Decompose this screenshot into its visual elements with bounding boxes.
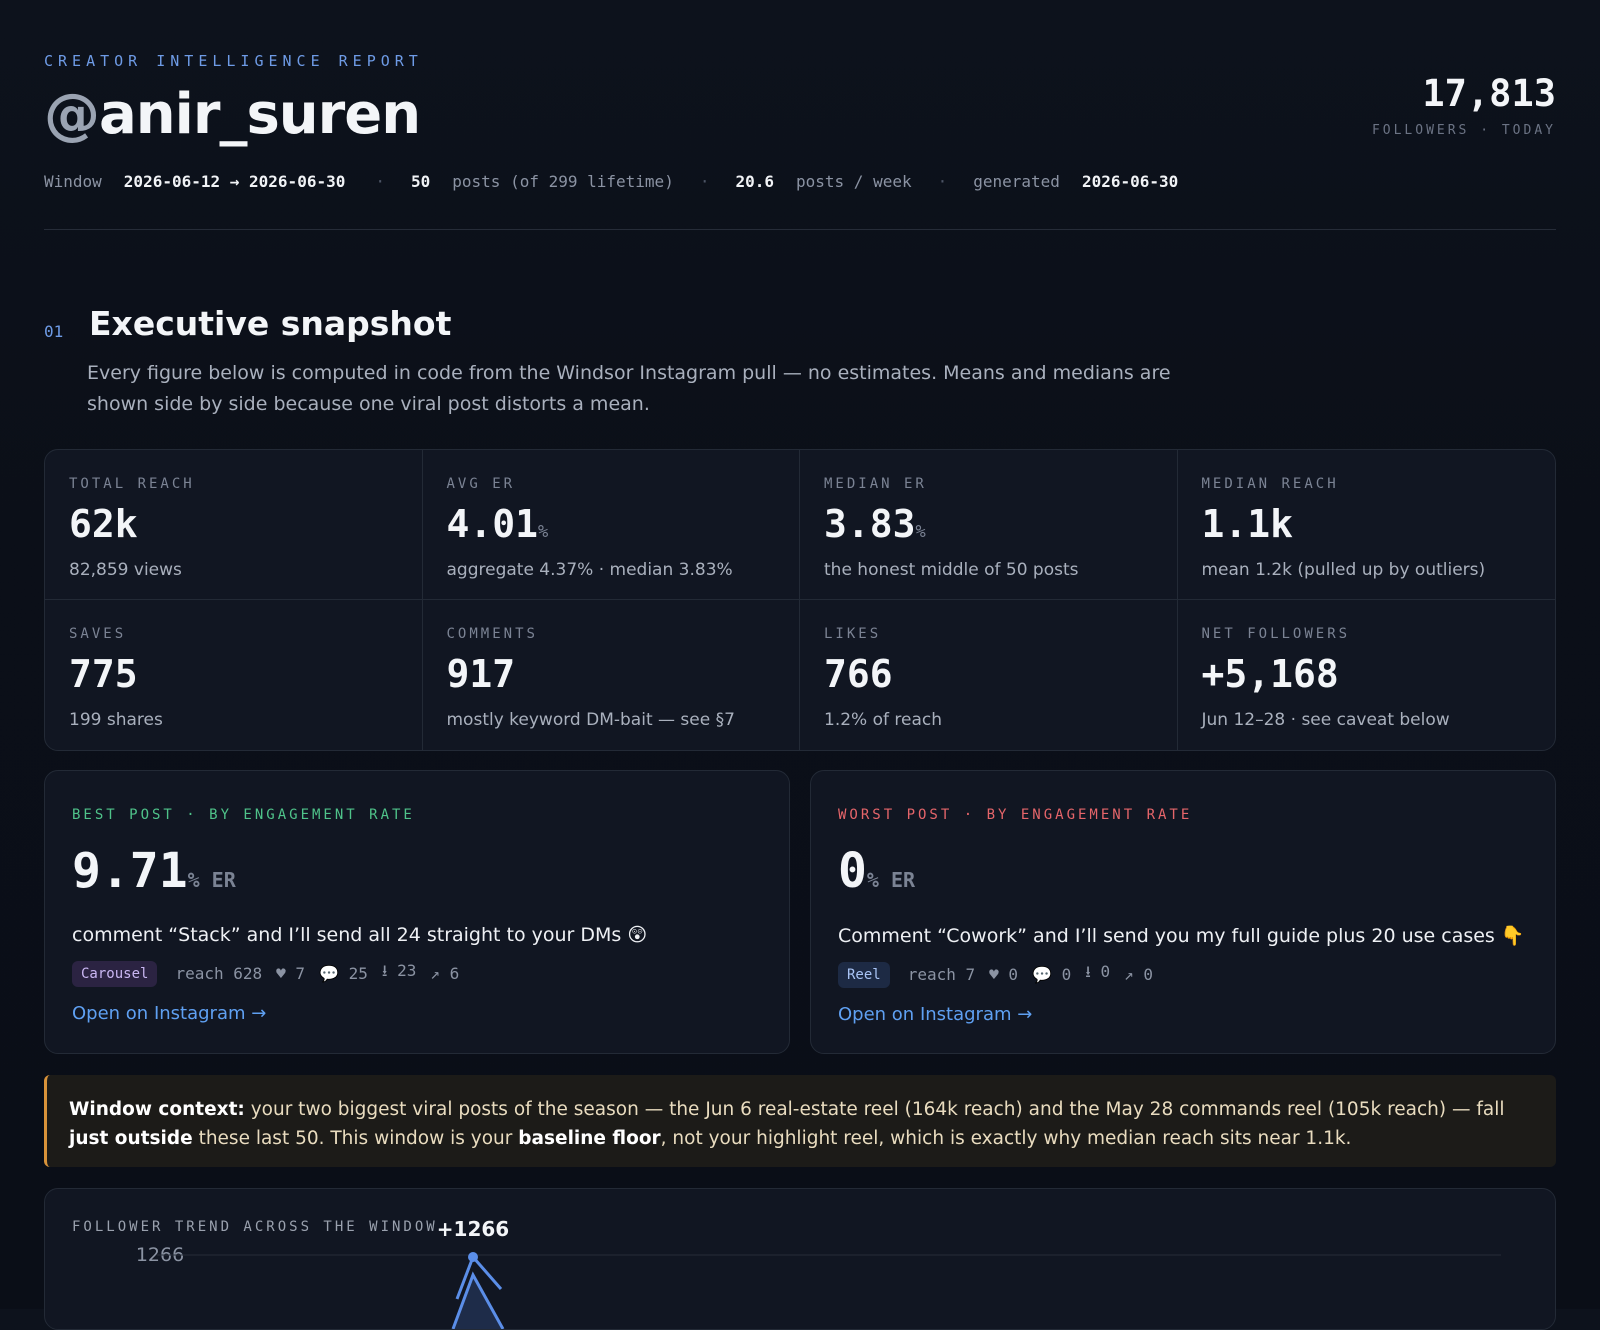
best-post-caption: comment “Stack” and I’ll send all 24 str…: [72, 924, 648, 946]
kpi-avg-er: AVG ER 4.01% aggregate 4.37% · median 3.…: [422, 450, 800, 600]
followers-value: 17,813: [1422, 72, 1556, 115]
post-type-badge: Reel: [838, 961, 890, 988]
kpi-sub: mean 1.2k (pulled up by outliers): [1201, 560, 1486, 580]
kpi-label: SAVES: [69, 626, 127, 642]
kpi-label: NET FOLLOWERS: [1201, 626, 1351, 642]
kpi-value: 775: [69, 652, 138, 696]
callout-lead: Window context:: [69, 1099, 245, 1120]
shares-stat: ↗ 0: [1124, 965, 1154, 984]
posts-label: posts (of 299 lifetime): [452, 172, 674, 191]
kpi-comments: COMMENTS 917 mostly keyword DM-bait — se…: [423, 600, 800, 750]
kpi-sub: the honest middle of 50 posts: [824, 560, 1079, 580]
callout-emphasis: baseline floor: [518, 1128, 661, 1149]
best-post-er: 9.71% ER: [72, 843, 236, 899]
worst-post-stats: Reel reach 7 ♥ 0 💬 0 ⭳ 0 ↗ 0: [838, 961, 1528, 988]
kpi-label: AVG ER: [446, 476, 516, 492]
account-handle: @anir_suren: [44, 82, 421, 147]
window-range: 2026-06-12 → 2026-06-30: [123, 172, 346, 191]
likes-stat: ♥ 0: [989, 965, 1019, 984]
kpi-label: LIKES: [824, 626, 882, 642]
comments-stat: 💬 0: [1032, 965, 1072, 984]
saves-stat: ⭳ 0: [1085, 962, 1111, 981]
section-title: Executive snapshot: [89, 304, 452, 343]
meta-separator: ·: [699, 172, 710, 191]
best-post-stats: Carousel reach 628 ♥ 7 💬 25 ⭳ 23 ↗ 6: [72, 960, 762, 987]
shares-stat: ↗ 6: [430, 964, 460, 983]
header-divider: [44, 229, 1556, 230]
window-context-callout: Window context: your two biggest viral p…: [44, 1075, 1556, 1167]
per-week-label: posts / week: [796, 172, 912, 191]
posts-per-week: 20.6: [735, 172, 774, 191]
follower-trend-chart: 1266 +1266: [136, 1217, 1501, 1329]
peak-label: +1266: [437, 1217, 509, 1241]
kpi-value: 1.1k: [1201, 502, 1294, 546]
generated-label: generated: [973, 172, 1060, 191]
meta-separator: ·: [937, 172, 948, 191]
saves-stat: ⭳ 23: [381, 961, 417, 980]
worst-post-er: 0% ER: [838, 843, 916, 899]
kpi-saves: SAVES 775 199 shares: [45, 600, 423, 750]
report-eyebrow: CREATOR INTELLIGENCE REPORT: [44, 52, 423, 70]
reach-stat: reach 7: [907, 965, 976, 984]
best-post-card: BEST POST · BY ENGAGEMENT RATE 9.71% ER …: [44, 770, 790, 1054]
followers-caption: FOLLOWERS · TODAY: [1371, 123, 1556, 138]
kpi-value: 4.01%: [446, 502, 549, 546]
best-post-tag: BEST POST · BY ENGAGEMENT RATE: [72, 807, 415, 823]
callout-emphasis: just outside: [69, 1128, 193, 1149]
kpi-value: 917: [446, 652, 516, 696]
kpi-value: 766: [824, 652, 893, 696]
reach-stat: reach 628: [175, 964, 263, 983]
kpi-label: MEDIAN REACH: [1201, 476, 1339, 492]
section-description: Every figure below is computed in code f…: [87, 362, 1171, 415]
generated-date: 2026-06-30: [1081, 172, 1179, 191]
kpi-value: 3.83%: [824, 502, 926, 546]
kpi-label: COMMENTS: [446, 626, 538, 642]
kpi-total-reach: TOTAL REACH 62k 82,859 views: [45, 450, 423, 600]
followers-today: 17,813 FOLLOWERS · TODAY: [1372, 72, 1556, 138]
posts-count: 50: [411, 172, 431, 191]
kpi-sub: aggregate 4.37% · median 3.83%: [446, 560, 733, 580]
meta-separator: ·: [375, 172, 385, 191]
kpi-net-followers: NET FOLLOWERS +5,168 Jun 12–28 · see cav…: [1178, 600, 1556, 750]
kpi-sub: Jun 12–28 · see caveat below: [1201, 710, 1450, 730]
handle-at: @: [44, 82, 100, 147]
worst-post-card: WORST POST · BY ENGAGEMENT RATE 0% ER Co…: [810, 770, 1556, 1054]
open-instagram-link[interactable]: Open on Instagram →: [72, 1003, 762, 1024]
kpi-sub: 82,859 views: [69, 560, 182, 580]
worst-post-tag: WORST POST · BY ENGAGEMENT RATE: [838, 807, 1193, 823]
open-instagram-link[interactable]: Open on Instagram →: [838, 1004, 1528, 1025]
post-type-badge: Carousel: [72, 960, 158, 987]
kpi-value: 62k: [69, 502, 138, 546]
kpi-label: MEDIAN ER: [824, 476, 927, 492]
worst-post-caption: Comment “Cowork” and I’ll send you my fu…: [838, 925, 1525, 947]
kpi-value: +5,168: [1201, 652, 1339, 696]
likes-stat: ♥ 7: [276, 964, 306, 983]
callout-text: , not your highlight reel, which is exac…: [660, 1128, 1352, 1149]
kpi-median-er: MEDIAN ER 3.83% the honest middle of 50 …: [800, 450, 1178, 600]
section-number: 01: [44, 322, 64, 341]
kpi-label: TOTAL REACH: [69, 476, 195, 492]
window-label: Window: [44, 172, 102, 191]
report-meta: Window 2026-06-12 → 2026-06-30 · 50 posts (o…: [44, 172, 1200, 191]
kpi-sub: mostly keyword DM-bait — see §7: [446, 710, 735, 730]
callout-text: your two biggest viral posts of the seas…: [244, 1099, 1505, 1120]
comments-stat: 💬 25: [319, 964, 368, 983]
kpi-sub: 1.2% of reach: [824, 710, 942, 730]
kpi-median-reach: MEDIAN REACH 1.1k mean 1.2k (pulled up b…: [1177, 450, 1555, 600]
handle-name: anir_suren: [99, 82, 421, 147]
kpi-grid: TOTAL REACH 62k 82,859 views AVG ER 4.01…: [44, 449, 1556, 751]
kpi-likes: LIKES 766 1.2% of reach: [800, 600, 1178, 750]
callout-text: these last 50. This window is your: [192, 1128, 519, 1149]
kpi-sub: 199 shares: [69, 710, 163, 730]
